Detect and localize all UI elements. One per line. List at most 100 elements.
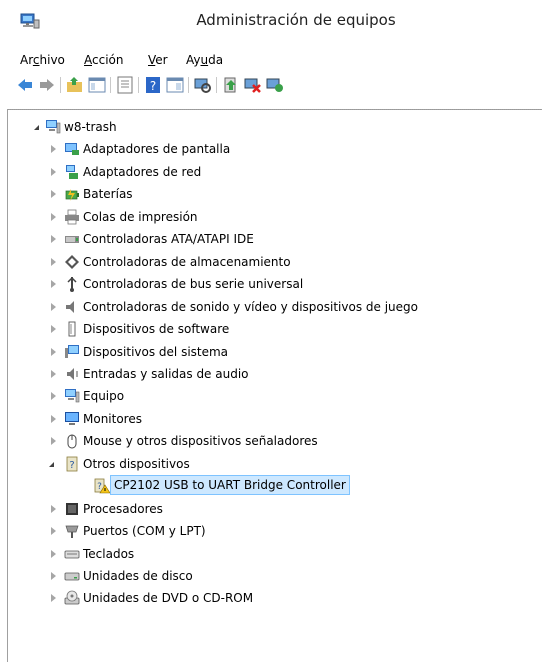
expand-arrow-icon[interactable]	[51, 347, 56, 356]
tree-item[interactable]: Controladoras ATA/ATAPI IDE	[8, 229, 528, 249]
forward-icon[interactable]	[38, 76, 56, 94]
tree-item[interactable]: Monitores	[8, 409, 528, 429]
tree-item-label: Unidades de DVD o CD-ROM	[83, 591, 254, 606]
menu-archivo[interactable]: Archivo	[20, 53, 65, 67]
expand-arrow-icon[interactable]	[51, 527, 56, 536]
battery-icon	[65, 189, 79, 202]
sound-icon	[66, 300, 74, 313]
processor-icon	[66, 502, 78, 515]
software-device-icon	[68, 321, 76, 337]
tree-item[interactable]: Unidades de disco	[8, 566, 528, 586]
toolbar-separator	[188, 77, 189, 93]
title-bar[interactable]: Administración de equipos	[0, 0, 542, 44]
computer-icon	[65, 389, 80, 403]
tree-item[interactable]: Equipo	[8, 386, 528, 406]
tree-item-label: Dispositivos del sistema	[83, 344, 229, 359]
collapse-arrow-icon[interactable]	[49, 461, 54, 467]
tree-item-child[interactable]: ? CP2102 USB to UART Bridge Controller	[8, 475, 528, 496]
tree-item-label: Procesadores	[83, 501, 163, 516]
tree-item-label: Otros dispositivos	[83, 456, 190, 471]
tree-item[interactable]: Dispositivos de software	[8, 319, 528, 339]
tree-item[interactable]: Teclados	[8, 544, 528, 564]
dvd-drive-icon	[64, 591, 80, 605]
audio-io-icon	[67, 367, 78, 380]
tree-item-label: Controladoras de bus serie universal	[83, 277, 304, 292]
expand-arrow-icon[interactable]	[51, 302, 56, 311]
tree-item[interactable]: Entradas y salidas de audio	[8, 364, 528, 384]
tree-item[interactable]: Procesadores	[8, 499, 528, 519]
menu-ver[interactable]: Ver	[148, 53, 168, 67]
device-tree[interactable]: w8-trash Adaptadores de pantalla Adaptador…	[7, 109, 542, 662]
tree-item-label: Controladoras de almacenamiento	[83, 254, 291, 269]
expand-arrow-icon[interactable]	[51, 572, 56, 580]
toolbar-separator	[216, 77, 217, 93]
tree-item[interactable]: ? Otros dispositivos	[8, 454, 528, 474]
enable-device-icon[interactable]	[266, 76, 284, 94]
display-adapter-icon	[65, 143, 79, 156]
properties-icon[interactable]	[116, 76, 134, 94]
tree-item[interactable]: Adaptadores de pantalla	[8, 139, 528, 159]
monitor-icon	[65, 411, 79, 425]
tree-item[interactable]: Controladoras de bus serie universal	[8, 274, 528, 294]
tree-item-label: Unidades de disco	[83, 569, 193, 583]
tree-item[interactable]: Unidades de DVD o CD-ROM	[8, 588, 528, 608]
tree-root-w8-trash[interactable]: w8-trash	[8, 117, 528, 137]
expand-arrow-icon[interactable]	[51, 549, 56, 558]
collapse-arrow-icon[interactable]	[34, 125, 39, 130]
tree-item[interactable]: Adaptadores de red	[8, 162, 528, 182]
mouse-icon	[67, 434, 77, 449]
tree-item[interactable]: Baterías	[8, 184, 528, 204]
expand-arrow-icon[interactable]	[51, 594, 56, 603]
scan-hardware-icon[interactable]	[194, 76, 212, 94]
update-driver-icon[interactable]	[222, 76, 240, 94]
up-folder-icon[interactable]	[66, 76, 84, 94]
back-icon[interactable]	[16, 76, 34, 94]
tree-item-label: Baterías	[83, 187, 133, 202]
expand-arrow-icon[interactable]	[51, 392, 56, 401]
expand-arrow-icon[interactable]	[51, 414, 56, 423]
tree-item[interactable]: Controladoras de sonido y vídeo y dispos…	[8, 297, 528, 317]
tree-item-label: Adaptadores de red	[83, 164, 202, 179]
tree-item-label: Colas de impresión	[83, 209, 198, 224]
warning-device-icon: ?	[94, 478, 110, 494]
toolbar-separator	[138, 77, 139, 93]
computer-icon	[46, 120, 61, 134]
tree-item[interactable]: Mouse y otros dispositivos señaladores	[8, 431, 528, 451]
menu-accion[interactable]: Acción	[84, 53, 123, 67]
ide-controller-icon	[65, 236, 79, 244]
expand-arrow-icon[interactable]	[51, 325, 56, 334]
toolbar-separator	[60, 77, 61, 93]
expand-arrow-icon[interactable]	[51, 145, 56, 154]
show-hide-icon[interactable]	[166, 76, 184, 94]
tree-item[interactable]: Dispositivos del sistema	[8, 342, 528, 362]
menu-bar: Archivo Acción Ver Ayuda	[0, 50, 542, 70]
network-adapter-icon	[66, 164, 78, 179]
expand-arrow-icon[interactable]	[51, 437, 56, 446]
unknown-device-icon: ?	[66, 456, 78, 472]
tree-item-label: Equipo	[83, 389, 125, 404]
tree-item-label: Adaptadores de pantalla	[83, 142, 231, 157]
printer-icon	[65, 209, 79, 225]
expand-arrow-icon[interactable]	[51, 280, 56, 289]
expand-arrow-icon[interactable]	[51, 257, 56, 266]
svg-text:?: ?	[150, 79, 156, 93]
tree-item[interactable]: Controladoras de almacenamiento	[8, 252, 528, 272]
usb-icon	[67, 277, 77, 293]
tree-item[interactable]: Colas de impresión	[8, 207, 528, 227]
expand-arrow-icon[interactable]	[51, 190, 56, 199]
uninstall-icon[interactable]	[244, 76, 262, 94]
disk-drive-icon	[64, 572, 80, 581]
port-icon	[65, 525, 79, 539]
svg-text:?: ?	[69, 460, 74, 471]
tree-item[interactable]: Puertos (COM y LPT)	[8, 521, 528, 541]
toolbar: ?	[0, 72, 542, 98]
system-device-icon	[65, 344, 79, 358]
expand-arrow-icon[interactable]	[51, 504, 56, 513]
expand-arrow-icon[interactable]	[51, 369, 56, 378]
expand-arrow-icon[interactable]	[51, 167, 56, 176]
console-tree-icon[interactable]	[88, 76, 106, 94]
menu-ayuda[interactable]: Ayuda	[186, 53, 223, 67]
help-icon[interactable]: ?	[144, 76, 162, 94]
expand-arrow-icon[interactable]	[51, 212, 56, 221]
expand-arrow-icon[interactable]	[51, 235, 56, 244]
